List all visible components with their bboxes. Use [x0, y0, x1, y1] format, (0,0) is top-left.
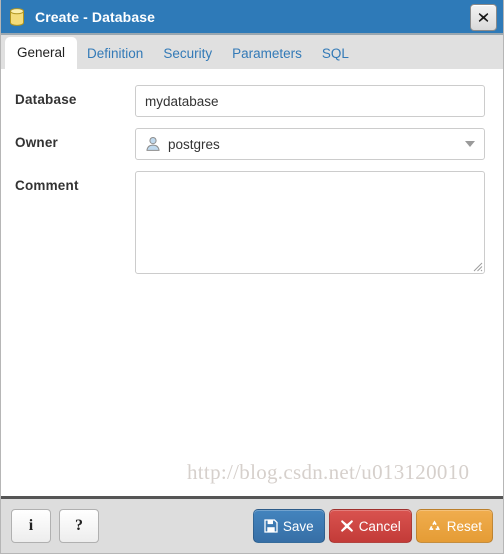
database-field-row: Database — [15, 85, 485, 117]
owner-select[interactable]: postgres — [135, 128, 485, 160]
create-database-dialog: Create - Database General Definition Sec… — [0, 0, 504, 554]
owner-label: Owner — [15, 135, 59, 150]
database-icon — [9, 7, 25, 26]
footer-left-group: i ? — [11, 509, 99, 543]
dialog-titlebar: Create - Database — [1, 0, 503, 35]
chevron-down-icon — [465, 141, 475, 147]
database-name-input[interactable] — [135, 85, 485, 117]
help-button[interactable]: ? — [59, 509, 99, 543]
watermark-text: http://blog.csdn.net/u013120010 — [187, 460, 470, 484]
tab-general[interactable]: General — [5, 36, 78, 69]
tab-security[interactable]: Security — [153, 39, 222, 70]
info-button[interactable]: i — [11, 509, 51, 543]
database-label: Database — [15, 92, 77, 107]
save-button[interactable]: Save — [252, 509, 325, 543]
tab-sql[interactable]: SQL — [312, 39, 359, 70]
dialog-title: Create - Database — [35, 8, 155, 25]
owner-field-row: Owner postgres — [15, 128, 485, 160]
close-button[interactable] — [470, 4, 497, 31]
question-mark-icon: ? — [75, 517, 83, 534]
close-icon — [478, 13, 489, 22]
general-tab-panel: Database Owner postgres — [1, 69, 503, 496]
database-field-wrap — [135, 85, 485, 117]
tab-definition-label: Definition — [87, 45, 144, 61]
floppy-disk-icon — [264, 519, 278, 533]
tab-bar: General Definition Security Parameters S… — [1, 35, 503, 69]
tab-security-label: Security — [163, 45, 213, 61]
comment-textarea[interactable] — [135, 171, 485, 274]
cancel-button[interactable]: Cancel — [328, 509, 412, 543]
save-label: Save — [282, 518, 314, 534]
user-icon — [145, 136, 161, 152]
reset-button[interactable]: Reset — [415, 509, 493, 543]
tab-general-label: General — [17, 44, 66, 60]
footer-right-group: Save Cancel Reset — [252, 509, 493, 543]
tab-parameters[interactable]: Parameters — [222, 39, 312, 70]
comment-field-row: Comment — [15, 171, 485, 274]
tab-parameters-label: Parameters — [232, 45, 302, 61]
reset-label: Reset — [446, 518, 482, 534]
comment-field-wrap — [135, 171, 485, 274]
tab-sql-label: SQL — [321, 45, 349, 61]
close-x-icon — [340, 520, 353, 532]
info-icon: i — [28, 517, 34, 534]
cancel-label: Cancel — [358, 518, 401, 534]
owner-value: postgres — [168, 136, 220, 152]
owner-field-wrap: postgres — [135, 128, 485, 160]
recycle-icon — [428, 520, 440, 530]
dialog-footer: i ? Save Cancel Reset — [1, 496, 503, 553]
tab-definition[interactable]: Definition — [77, 39, 153, 70]
comment-label: Comment — [15, 178, 79, 193]
